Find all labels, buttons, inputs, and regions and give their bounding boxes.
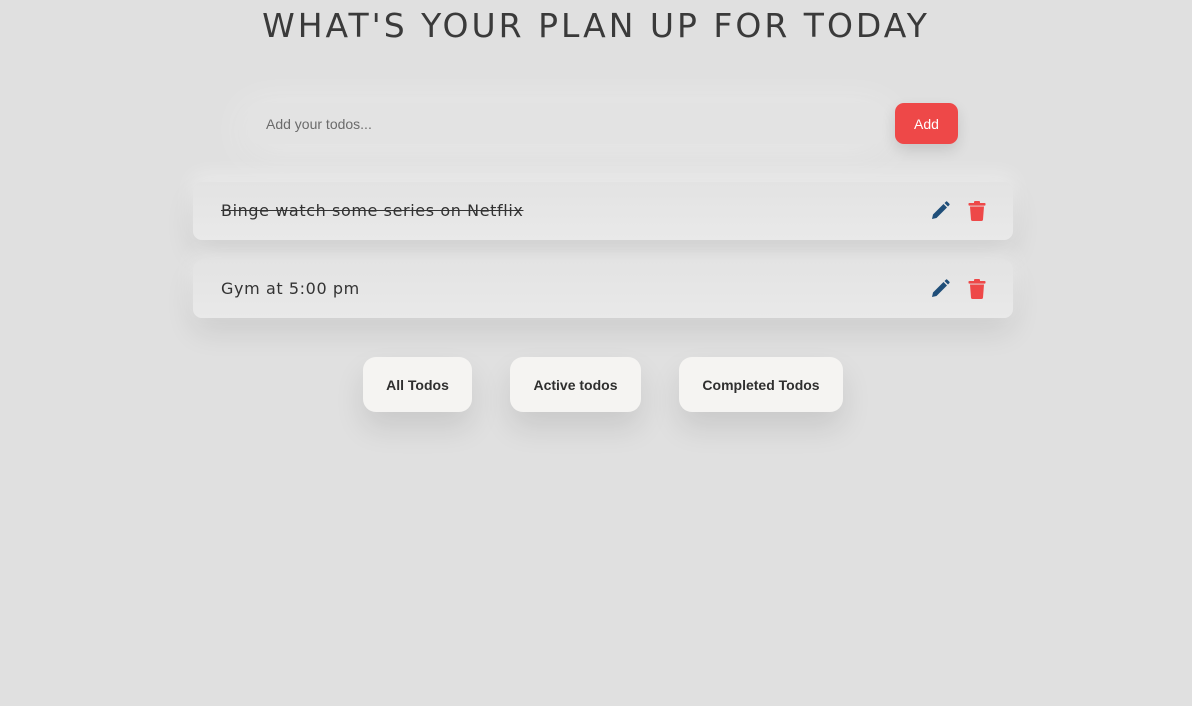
todo-item: Gym at 5:00 pm bbox=[193, 260, 1013, 318]
filter-completed-button[interactable]: Completed Todos bbox=[679, 357, 843, 412]
page-title: WHAT'S YOUR PLAN UP FOR TODAY bbox=[262, 6, 930, 45]
todo-app: WHAT'S YOUR PLAN UP FOR TODAY Add Binge … bbox=[0, 0, 1192, 706]
pencil-icon[interactable] bbox=[930, 279, 950, 299]
todo-text[interactable]: Gym at 5:00 pm bbox=[221, 260, 360, 318]
pencil-icon[interactable] bbox=[930, 201, 950, 221]
todo-item: Binge watch some series on Netflix bbox=[193, 182, 1013, 240]
todo-actions bbox=[930, 201, 987, 221]
filter-all-button[interactable]: All Todos bbox=[363, 357, 472, 412]
filter-active-button[interactable]: Active todos bbox=[510, 357, 641, 412]
todo-actions bbox=[930, 279, 987, 299]
trash-icon[interactable] bbox=[967, 201, 987, 221]
filter-bar: All Todos Active todos Completed Todos bbox=[0, 357, 1192, 412]
add-button[interactable]: Add bbox=[895, 103, 958, 144]
add-todo-form: Add bbox=[248, 103, 958, 144]
todo-text[interactable]: Binge watch some series on Netflix bbox=[221, 182, 523, 240]
trash-icon[interactable] bbox=[967, 279, 987, 299]
todo-input[interactable] bbox=[248, 103, 884, 144]
todo-list: Binge watch some series on Netflix Gym a… bbox=[193, 182, 1013, 338]
